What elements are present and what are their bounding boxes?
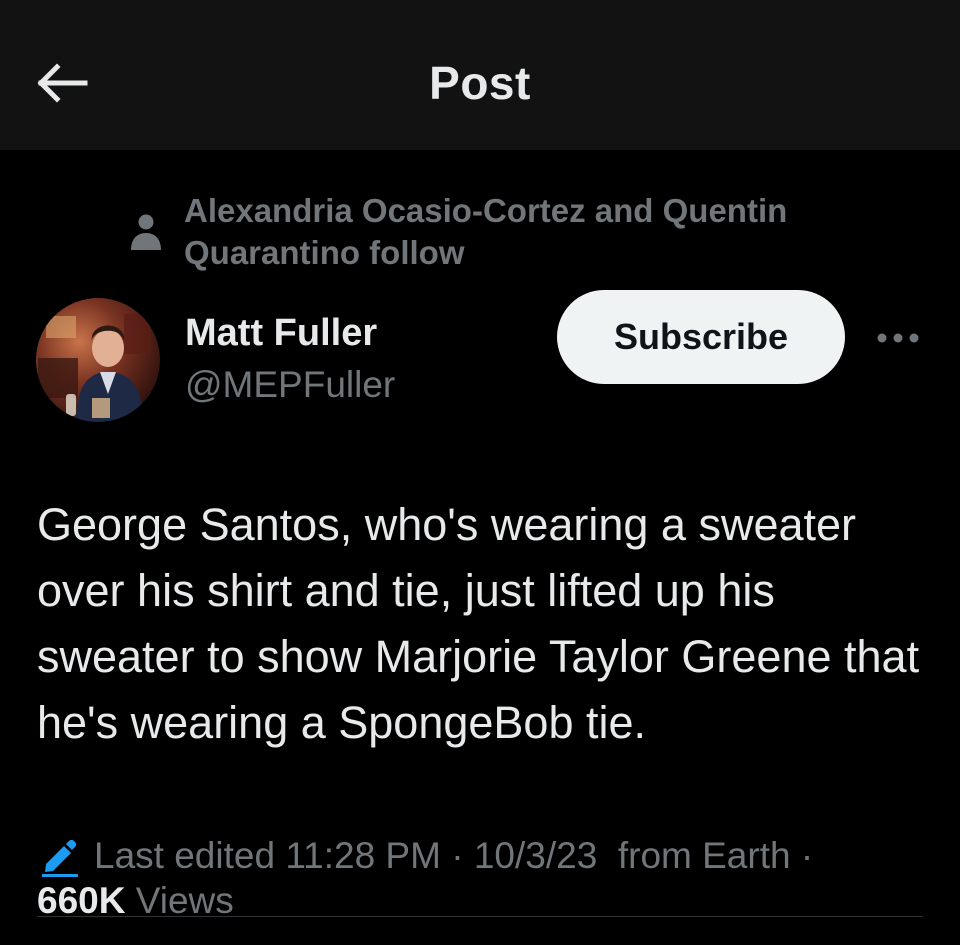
post-meta: Last edited 11:28 PM · 10/3/23 from Eart… xyxy=(38,834,938,878)
time-spacer xyxy=(275,835,285,877)
page-title: Post xyxy=(429,57,531,109)
edited-label[interactable]: Last edited xyxy=(94,835,275,877)
location-spacer xyxy=(597,835,618,877)
person-icon xyxy=(131,214,161,250)
subscribe-button[interactable]: Subscribe xyxy=(557,290,845,384)
separator-dot: · xyxy=(790,835,814,876)
post-time[interactable]: 11:28 PM xyxy=(285,835,441,877)
author-name[interactable]: Matt Fuller xyxy=(185,312,377,355)
views-count: 660K xyxy=(37,880,126,921)
separator-dot: · xyxy=(440,835,474,876)
more-options-button[interactable] xyxy=(868,320,928,356)
author-handle[interactable]: @MEPFuller xyxy=(185,364,395,406)
avatar-photo xyxy=(36,298,160,422)
social-context[interactable]: Alexandria Ocasio-Cortez and Quentin Qua… xyxy=(128,190,888,274)
pencil-icon[interactable] xyxy=(38,834,82,878)
avatar[interactable] xyxy=(36,298,160,422)
views-label: Views xyxy=(135,880,234,921)
divider xyxy=(37,916,923,917)
top-bar: Post xyxy=(0,0,960,150)
post-text: George Santos, who's wearing a sweater o… xyxy=(37,499,920,748)
more-dots-icon xyxy=(877,333,919,343)
post-date[interactable]: 10/3/23 xyxy=(474,835,597,877)
social-context-text: Alexandria Ocasio-Cortez and Quentin Qua… xyxy=(184,192,788,271)
post-location: from Earth xyxy=(617,835,791,876)
